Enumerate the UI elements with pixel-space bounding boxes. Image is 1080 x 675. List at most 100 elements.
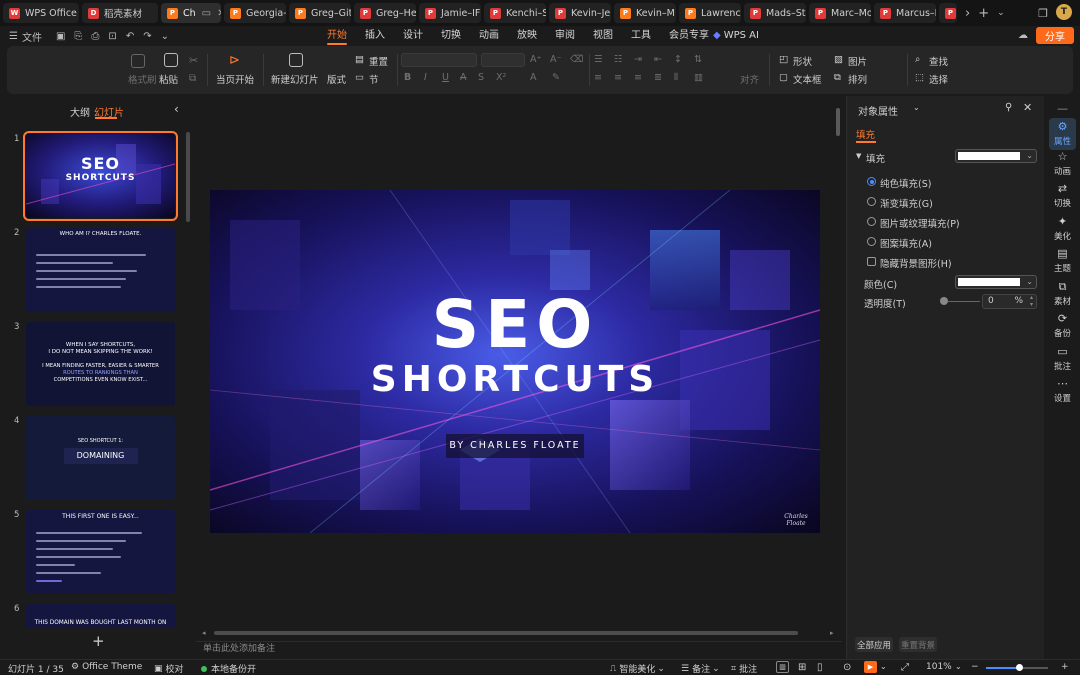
cloud-sync-icon[interactable]: ☁ [1018, 26, 1028, 46]
document-tab[interactable]: P Mads–Sti [744, 3, 806, 23]
document-tab[interactable]: P Jamie–IF [419, 3, 481, 23]
document-tab[interactable]: P Greg–Git [289, 3, 351, 23]
option-picture-fill[interactable]: 图片或纹理填充(P) [880, 216, 960, 230]
slide-thumbnail-2[interactable]: WHO AM I? CHARLES FLOATE. [26, 228, 175, 312]
rail-item[interactable]: ▭ 批注 [1045, 345, 1080, 372]
outdent-icon[interactable]: ⇤ [654, 54, 662, 65]
shape-icon[interactable]: ◰ [779, 54, 788, 65]
document-tab[interactable]: P Lawrence [679, 3, 741, 23]
reset-icon[interactable]: ▤ [355, 54, 364, 65]
ribbon-tab[interactable]: 会员专享 [660, 26, 718, 46]
export-icon[interactable]: ⎘ [74, 31, 82, 42]
rail-item[interactable]: ⧉ 素材 [1045, 280, 1080, 307]
hide-bg-checkbox[interactable] [867, 257, 876, 266]
save-icon[interactable]: ▣ [56, 31, 65, 42]
new-slide-button[interactable]: 新建幻灯片 [271, 72, 319, 86]
ribbon-tab[interactable]: 动画 [470, 26, 508, 46]
format-painter-button[interactable]: 格式刷 [128, 72, 157, 86]
document-tab[interactable]: P Marc–Mo [809, 3, 871, 23]
layout-button[interactable]: 版式 [327, 72, 346, 86]
line-spacing-icon[interactable]: ↕ [674, 54, 682, 65]
document-tab[interactable]: PN [939, 3, 957, 23]
color-picker[interactable]: ⌄ [955, 275, 1037, 289]
zoom-slider-handle[interactable] [1016, 664, 1023, 671]
fit-window-icon[interactable]: ⤢ [901, 662, 909, 673]
paste-button[interactable]: 粘贴 [159, 72, 178, 86]
document-tab[interactable]: P Greg–He [354, 3, 416, 23]
slide-thumbnail-4[interactable]: SEO SHORTCUT 1: DOMAINING [26, 416, 175, 500]
reading-view-icon[interactable]: ▯ [817, 662, 823, 673]
document-tab[interactable]: P Kenchi–S [484, 3, 546, 23]
bullet-list-icon[interactable]: ☰ [594, 54, 603, 65]
slide-thumbnail-3[interactable]: WHEN I SAY SHORTCUTS, I DO NOT MEAN SKIP… [26, 322, 175, 406]
numbered-list-icon[interactable]: ☷ [614, 54, 623, 65]
ribbon-tab[interactable]: 视图 [584, 26, 622, 46]
hide-bg-label[interactable]: 隐藏背景图形(H) [880, 256, 952, 270]
ribbon-tab[interactable]: 审阅 [546, 26, 584, 46]
radio-solid-fill[interactable] [867, 177, 876, 186]
zoom-in-icon[interactable]: + [1061, 662, 1069, 672]
scroll-right-icon[interactable]: ▸ [830, 629, 834, 637]
shadow-icon[interactable]: S [478, 72, 484, 83]
normal-view-icon[interactable]: ▥ [776, 661, 789, 673]
radio-gradient-fill[interactable] [867, 197, 876, 206]
superscript-icon[interactable]: X² [496, 72, 506, 83]
play-slideshow-icon[interactable]: ▶ [864, 661, 877, 673]
ribbon-tab[interactable]: 插入 [356, 26, 394, 46]
close-panel-icon[interactable]: ✕ [1023, 101, 1032, 114]
zoom-dropdown-icon[interactable]: ⌄ [955, 662, 962, 671]
slideshow-dropdown-icon[interactable]: ⌄ [880, 662, 887, 671]
close-tab-icon[interactable]: ✕ [217, 8, 221, 19]
ribbon-tab[interactable]: 放映 [508, 26, 546, 46]
notes-area[interactable]: 单击此处添加备注 [196, 641, 842, 659]
slide-byline[interactable]: BY CHARLES FLOATE [446, 440, 584, 451]
apply-all-button[interactable]: 全部应用 [855, 637, 893, 652]
rail-menu-icon[interactable]: — [1057, 102, 1068, 115]
print-icon[interactable]: ⎙ [91, 31, 99, 42]
zoom-level[interactable]: 101% [926, 662, 952, 672]
text-direction-icon[interactable]: ⇅ [694, 54, 702, 65]
rail-item[interactable]: ⇄ 切换 [1045, 183, 1080, 210]
font-name-box[interactable] [401, 53, 477, 67]
preview-icon[interactable]: ⊡ [108, 31, 116, 42]
ribbon-tab[interactable]: 开始 [318, 26, 356, 46]
scroll-left-icon[interactable]: ◂ [202, 629, 206, 637]
play-from-current-icon[interactable]: ⊳ [229, 53, 240, 68]
arrange-icon[interactable]: ⧉ [834, 72, 841, 83]
distribute-icon[interactable]: ⫴ [674, 72, 678, 83]
rail-item[interactable]: ⟳ 备份 [1045, 313, 1080, 340]
select-button[interactable]: 选择 [929, 72, 948, 86]
hamburger-icon[interactable]: ☰ [9, 31, 18, 42]
tab-monitor-icon[interactable]: ▭ [202, 8, 211, 19]
editor-scrollbar[interactable] [836, 108, 840, 136]
bold-icon[interactable]: B [404, 72, 411, 83]
slide-thumbnail-5[interactable]: THIS FIRST ONE IS EASY... [26, 510, 175, 594]
transparency-slider-handle[interactable] [940, 297, 948, 305]
rail-item[interactable]: ✦ 美化 [1045, 215, 1080, 242]
document-tab[interactable]: P Marcus–I [874, 3, 936, 23]
shrink-font-icon[interactable]: A⁻ [550, 54, 562, 65]
slide-subtitle[interactable]: SHORTCUTS [210, 359, 820, 400]
ribbon-tab[interactable]: 设计 [394, 26, 432, 46]
find-icon[interactable]: ⌕ [915, 54, 920, 65]
reset-button[interactable]: 重置 [369, 54, 388, 68]
play-from-current-button[interactable]: 当页开始 [216, 72, 254, 86]
transparency-slider-track[interactable] [948, 301, 980, 302]
share-button[interactable]: 分享 [1036, 27, 1074, 44]
justify-icon[interactable]: ≣ [654, 72, 662, 83]
smart-beautify-button[interactable]: ⎍ 智能美化 ⌄ [610, 662, 665, 675]
header-dropdown-icon[interactable]: ⌄ [913, 103, 920, 112]
backup-status[interactable]: 本地备份开 [201, 662, 256, 675]
avatar[interactable]: T [1056, 4, 1072, 20]
textbox-icon[interactable]: ▢ [779, 72, 788, 83]
collapse-panel-icon[interactable]: ‹ [174, 102, 179, 116]
presenter-icon[interactable]: ⊙ [843, 662, 851, 673]
italic-icon[interactable]: I [424, 72, 427, 83]
radio-pattern-fill[interactable] [867, 237, 876, 246]
document-tab[interactable]: D 稻壳素材 [82, 3, 158, 23]
notes-button[interactable]: ☰ 备注 ⌄ [681, 662, 720, 675]
copy-icon[interactable]: ⧉ [189, 73, 196, 84]
theme-indicator[interactable]: ⚙ Office Theme [71, 662, 142, 672]
rail-item[interactable]: ▤ 主题 [1045, 248, 1080, 275]
grow-font-icon[interactable]: A⁺ [530, 54, 542, 65]
